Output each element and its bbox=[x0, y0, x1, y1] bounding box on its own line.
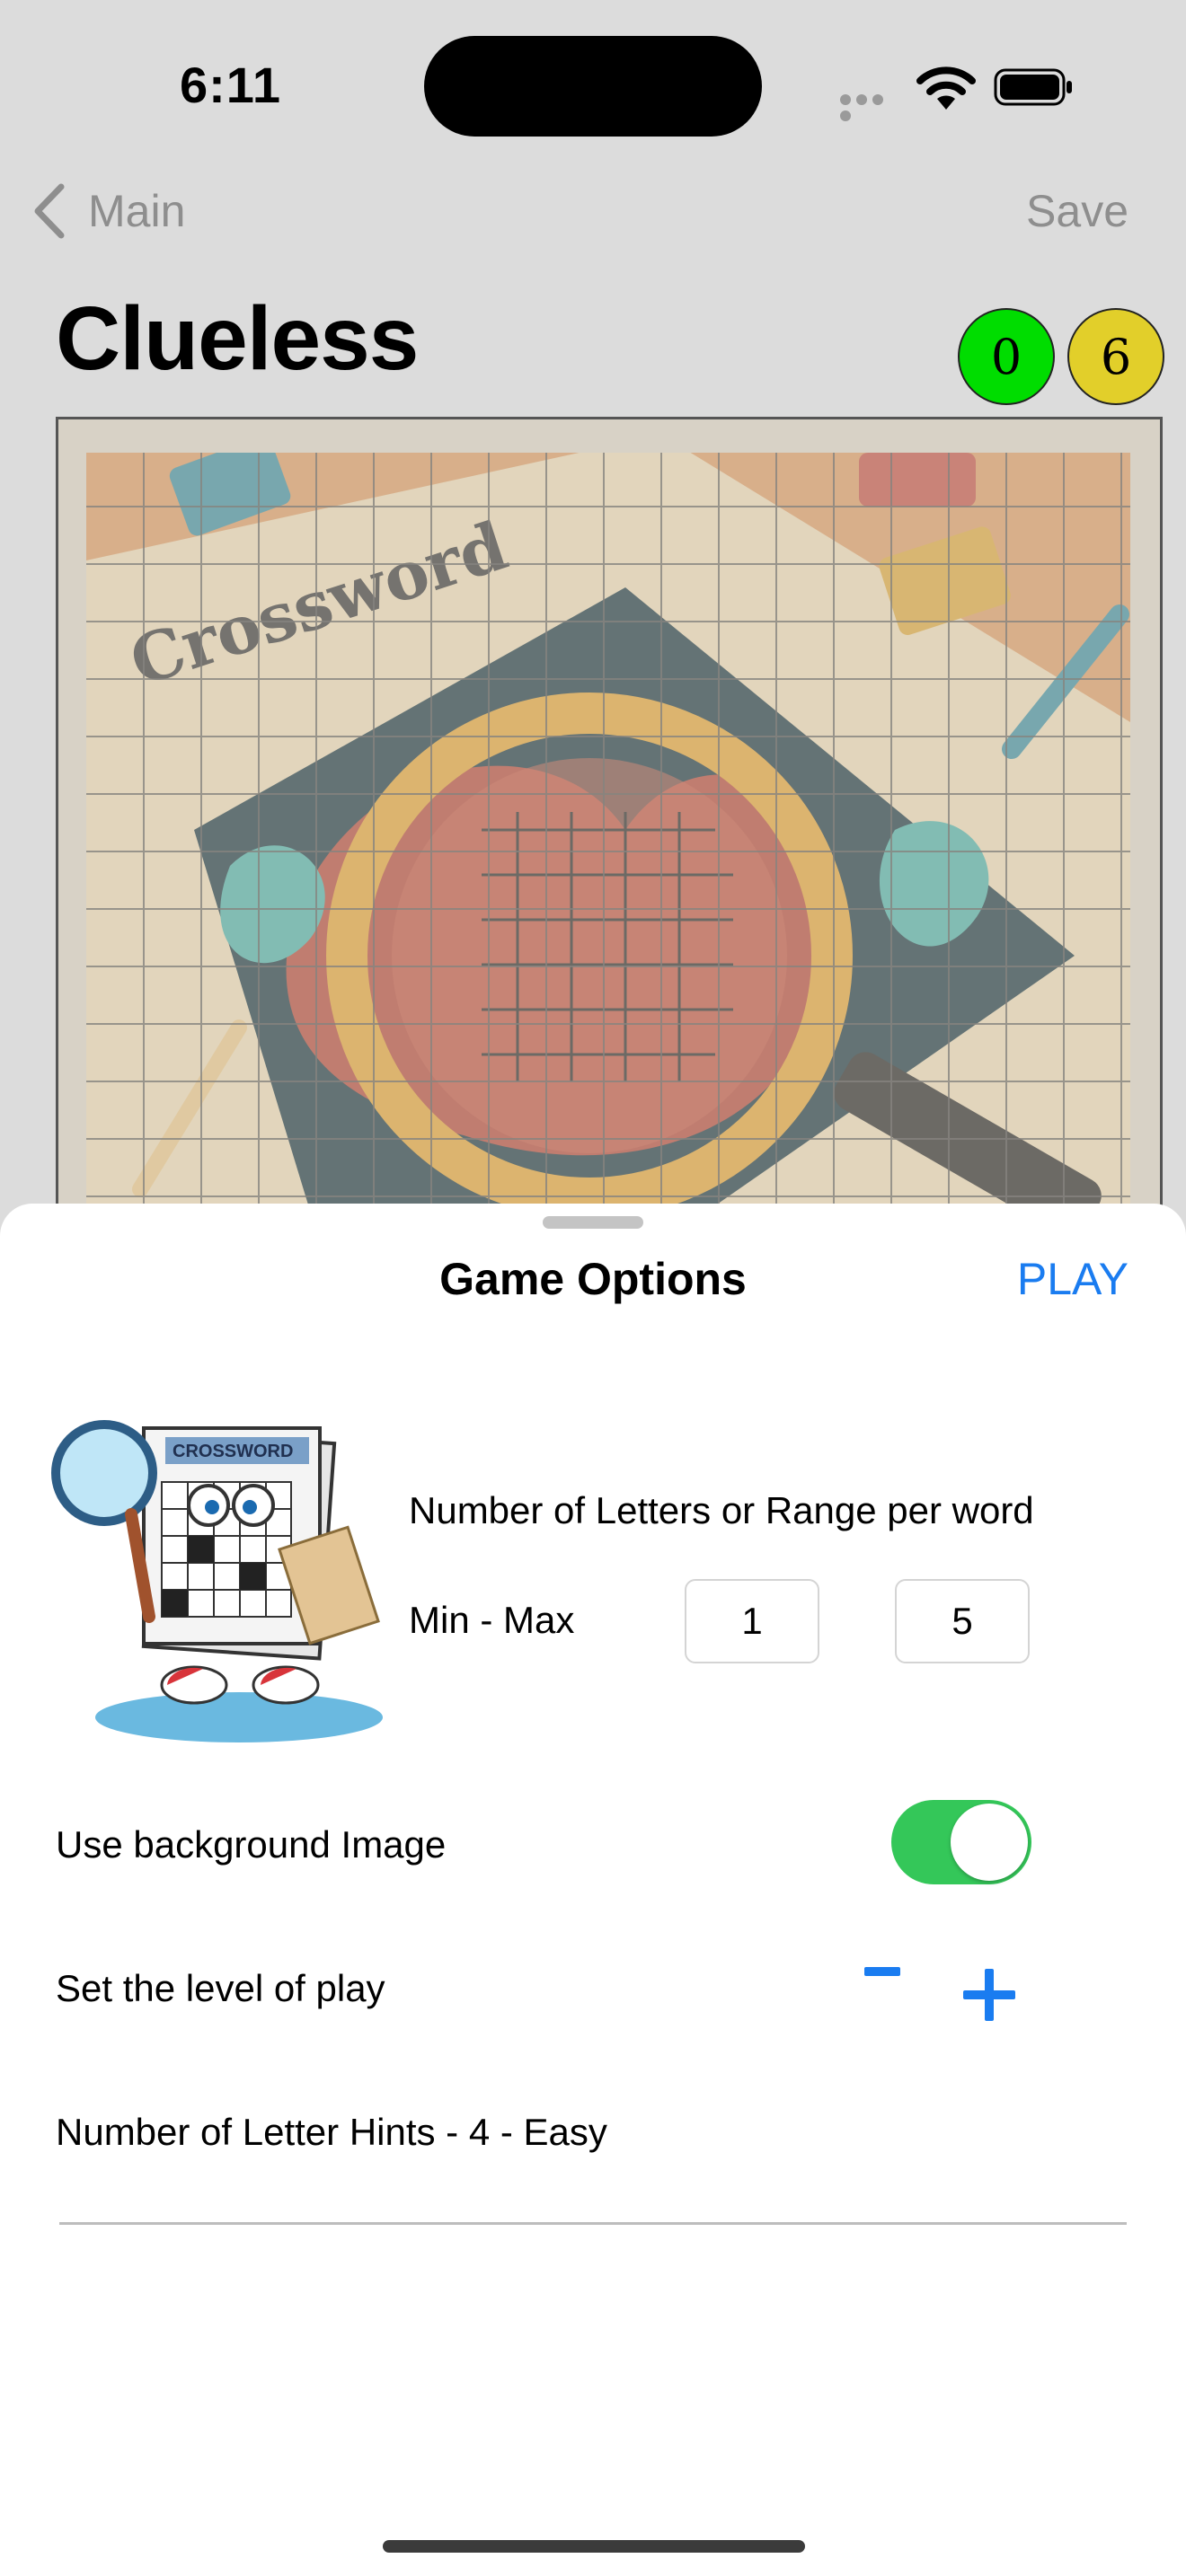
level-label: Set the level of play bbox=[56, 1967, 385, 2009]
min-max-label: Min - Max bbox=[409, 1599, 575, 1641]
plus-icon[interactable] bbox=[963, 1969, 1015, 2021]
dynamic-island bbox=[424, 36, 762, 137]
back-button[interactable]: Main bbox=[32, 180, 185, 243]
background-image-label: Use background Image bbox=[56, 1823, 447, 1866]
battery-icon bbox=[994, 68, 1072, 106]
crossword-mascot-image: CROSSWORD bbox=[51, 1420, 383, 1742]
crossword-illustration: Crossword bbox=[86, 453, 1130, 1243]
play-button[interactable]: PLAY bbox=[1017, 1253, 1128, 1305]
sheet-title: Game Options bbox=[439, 1254, 747, 1304]
max-letters-field[interactable]: 5 bbox=[895, 1579, 1030, 1663]
sheet-grabber[interactable] bbox=[543, 1216, 643, 1229]
chevron-left-icon bbox=[34, 183, 65, 239]
wifi-icon bbox=[916, 66, 976, 110]
mascot-sign-text: CROSSWORD bbox=[173, 1442, 293, 1461]
min-letters-field[interactable]: 1 bbox=[685, 1579, 819, 1663]
page-title: Clueless bbox=[56, 288, 419, 389]
status-time: 6:11 bbox=[180, 57, 281, 113]
puzzle-image[interactable]: Crossword bbox=[86, 453, 1130, 1243]
letter-hints-label: Number of Letter Hints - 4 - Easy bbox=[56, 2111, 607, 2153]
toggle-knob bbox=[951, 1804, 1028, 1881]
back-label: Main bbox=[88, 186, 186, 236]
minus-icon[interactable] bbox=[864, 1967, 900, 1976]
signal-dots-icon bbox=[840, 93, 901, 121]
home-indicator[interactable] bbox=[383, 2540, 805, 2553]
letters-range-label: Number of Letters or Range per word bbox=[409, 1489, 1034, 1531]
score-badge-green: 0 bbox=[958, 308, 1055, 405]
score-badge-yellow: 6 bbox=[1067, 308, 1164, 405]
background-image-toggle[interactable] bbox=[891, 1800, 1031, 1884]
save-button[interactable]: Save bbox=[1026, 185, 1128, 237]
divider bbox=[59, 2222, 1127, 2225]
